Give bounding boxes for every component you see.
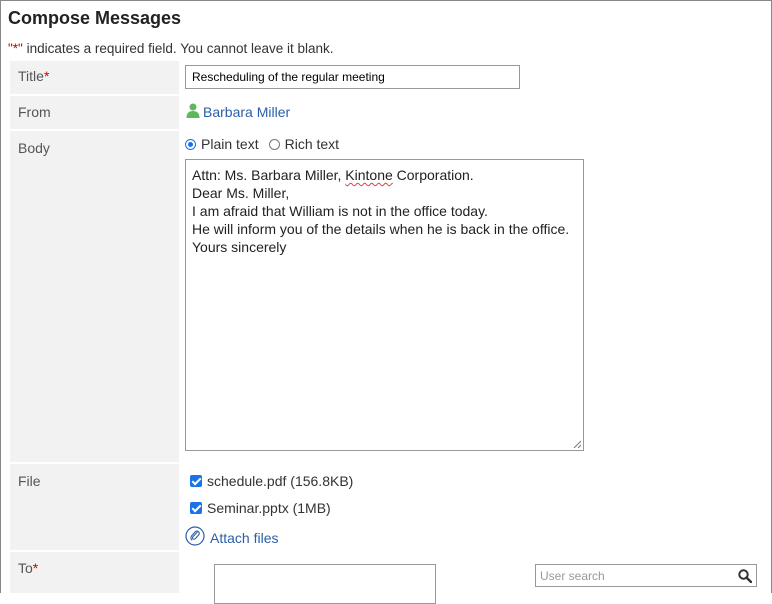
paperclip-icon[interactable] bbox=[185, 526, 205, 549]
from-label-cell: From bbox=[10, 96, 179, 129]
required-mark-sample: "*" bbox=[8, 41, 23, 56]
to-label: To bbox=[18, 560, 33, 576]
required-field-note: "*" indicates a required field. You cann… bbox=[8, 41, 334, 56]
attach-files-link[interactable]: Attach files bbox=[210, 530, 278, 546]
file-item: schedule.pdf (156.8KB) bbox=[190, 473, 353, 489]
title-label: Title bbox=[18, 68, 44, 84]
spellcheck-word: Kintone bbox=[345, 167, 393, 183]
to-label-cell: To* bbox=[10, 552, 179, 593]
plain-text-radio[interactable] bbox=[185, 138, 196, 150]
user-icon bbox=[185, 102, 201, 121]
user-search-input[interactable] bbox=[536, 565, 734, 586]
file-checkbox[interactable] bbox=[190, 502, 202, 514]
rich-text-label[interactable]: Rich text bbox=[285, 136, 339, 152]
file-item: Seminar.pptx (1MB) bbox=[190, 500, 331, 516]
file-checkbox[interactable] bbox=[190, 475, 202, 487]
body-text: Dear Ms. Miller, I am afraid that Willia… bbox=[192, 185, 570, 255]
file-name: schedule.pdf (156.8KB) bbox=[207, 473, 354, 489]
body-format-options: Plain text Rich text bbox=[185, 136, 339, 152]
to-recipients-box[interactable] bbox=[214, 564, 436, 604]
title-label-cell: Title* bbox=[10, 61, 179, 94]
body-line1-suffix: Corporation. bbox=[392, 167, 474, 183]
attach-files: Attach files bbox=[185, 526, 278, 549]
from-user-link[interactable]: Barbara Miller bbox=[203, 104, 290, 120]
from-user: Barbara Miller bbox=[185, 102, 290, 121]
file-name: Seminar.pptx (1MB) bbox=[207, 500, 331, 516]
body-textarea[interactable]: Attn: Ms. Barbara Miller, Kintone Corpor… bbox=[185, 159, 584, 451]
file-label-cell: File bbox=[10, 464, 179, 550]
resize-grip-icon[interactable] bbox=[573, 440, 581, 448]
to-required-mark: * bbox=[32, 560, 39, 576]
user-search-box bbox=[535, 564, 757, 587]
title-input[interactable] bbox=[185, 65, 520, 89]
plain-text-label[interactable]: Plain text bbox=[201, 136, 259, 152]
page-title: Compose Messages bbox=[8, 8, 182, 28]
body-line1-prefix: Attn: Ms. Barbara Miller, bbox=[192, 167, 346, 183]
magnifier-icon[interactable] bbox=[734, 565, 756, 586]
body-label: Body bbox=[18, 140, 50, 156]
title-required-mark: * bbox=[43, 68, 50, 84]
body-label-cell: Body bbox=[10, 131, 179, 462]
required-note-text: indicates a required field. You cannot l… bbox=[22, 41, 334, 56]
rich-text-radio[interactable] bbox=[268, 138, 280, 150]
from-label: From bbox=[18, 104, 51, 120]
file-label: File bbox=[18, 473, 41, 489]
